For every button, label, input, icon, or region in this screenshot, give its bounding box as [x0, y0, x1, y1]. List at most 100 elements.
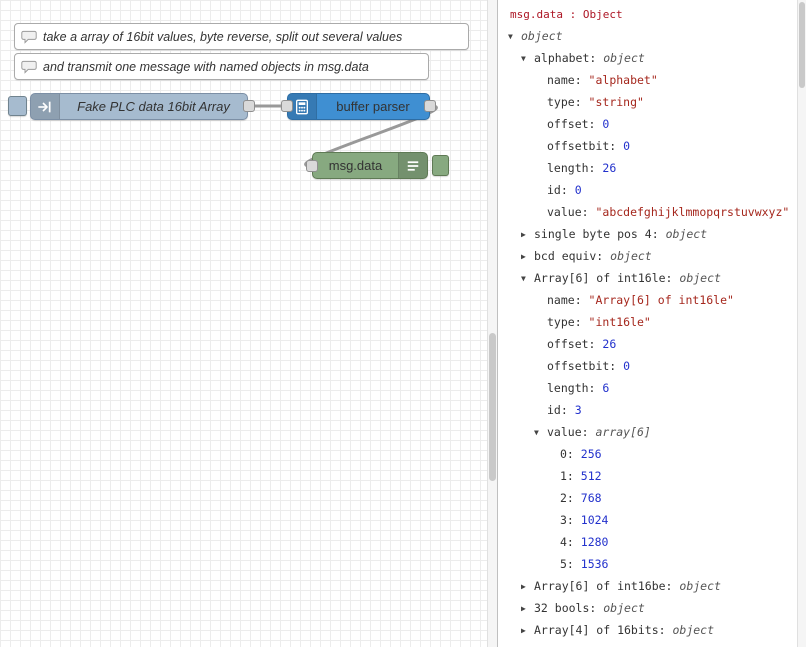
debug-tree-row: length: 26: [498, 157, 797, 179]
expand-arrow-icon[interactable]: ▶: [521, 246, 534, 268]
speech-bubble-icon: [21, 59, 37, 75]
debug-key: 4:: [560, 535, 581, 549]
debug-value: "string": [589, 95, 644, 109]
debug-tree-row: 4: 1280: [498, 531, 797, 553]
inject-output-port[interactable]: [243, 100, 255, 112]
debug-key: bcd equiv:: [534, 249, 610, 263]
flow-canvas[interactable]: take a array of 16bit values, byte rever…: [0, 0, 487, 647]
debug-tree-row: ▶Array[6] of int16be: object: [498, 575, 797, 597]
debug-node[interactable]: msg.data: [312, 152, 428, 179]
sidebar-vertical-scrollbar[interactable]: [797, 0, 806, 647]
canvas-scrollbar-thumb[interactable]: [489, 333, 496, 481]
debug-tree-row: value: "abcdefghijklmmopqrstuvwxyz": [498, 201, 797, 223]
debug-tree-row: offsetbit: 0: [498, 135, 797, 157]
collapse-arrow-icon[interactable]: ▼: [521, 268, 534, 290]
debug-tree-row: 2: 768: [498, 487, 797, 509]
debug-key: type:: [547, 315, 589, 329]
canvas-vertical-scrollbar[interactable]: [487, 0, 497, 647]
debug-value: 1280: [581, 535, 609, 549]
debug-value: "alphabet": [589, 73, 658, 87]
debug-value: 0: [623, 139, 630, 153]
debug-key: value:: [547, 425, 595, 439]
debug-value: 26: [602, 337, 616, 351]
debug-value: array[6]: [595, 425, 650, 439]
debug-key: Array[6] of int16be:: [534, 579, 679, 593]
debug-key: Array[4] of 16bits:: [534, 623, 672, 637]
debug-key: 1:: [560, 469, 581, 483]
debug-tree-row: name: "Array[6] of int16le": [498, 289, 797, 311]
debug-key: 0:: [560, 447, 581, 461]
inject-node[interactable]: Fake PLC data 16bit Array: [30, 93, 248, 120]
debug-key: offset:: [547, 337, 602, 351]
debug-value: object: [679, 271, 721, 285]
debug-value: object: [672, 623, 714, 637]
debug-value: object: [666, 227, 708, 241]
buffer-parser-node[interactable]: buffer parser: [287, 93, 430, 120]
debug-tree-row: id: 0: [498, 179, 797, 201]
debug-value: object: [679, 579, 721, 593]
sidebar-scrollbar-thumb[interactable]: [799, 2, 805, 88]
debug-key: length:: [547, 381, 602, 395]
debug-tree-row: offset: 0: [498, 113, 797, 135]
buffer-parser-node-label: buffer parser: [317, 99, 429, 114]
debug-key: 32 bools:: [534, 601, 603, 615]
debug-enable-toggle[interactable]: [432, 155, 449, 176]
debug-tree-row: ▶bcd equiv: object: [498, 245, 797, 267]
debug-tree-row: offsetbit: 0: [498, 355, 797, 377]
collapse-arrow-icon[interactable]: ▼: [521, 48, 534, 70]
debug-value: 6: [602, 381, 609, 395]
debug-input-port[interactable]: [306, 160, 318, 172]
debug-tree-row: ▼alphabet: object: [498, 47, 797, 69]
debug-key: single byte pos 4:: [534, 227, 666, 241]
debug-tree-row: offset: 26: [498, 333, 797, 355]
debug-key: id:: [547, 403, 575, 417]
collapse-arrow-icon[interactable]: ▼: [534, 422, 547, 444]
debug-key: 2:: [560, 491, 581, 505]
debug-key: 5:: [560, 557, 581, 571]
debug-value: 768: [581, 491, 602, 505]
comment-label: and transmit one message with named obje…: [43, 60, 369, 74]
comment-node-1[interactable]: take a array of 16bit values, byte rever…: [14, 23, 469, 50]
debug-tree-row: ▶32 bools: object: [498, 597, 797, 619]
debug-tree-row: ▶single byte pos 4: object: [498, 223, 797, 245]
debug-key: type:: [547, 95, 589, 109]
debug-sidebar: msg.data : Object ▼object▼alphabet: obje…: [497, 0, 797, 647]
buffer-parser-output-port[interactable]: [424, 100, 436, 112]
debug-key: length:: [547, 161, 602, 175]
debug-tree-row: 3: 1024: [498, 509, 797, 531]
debug-value: "Array[6] of int16le": [589, 293, 734, 307]
debug-tree-row: type: "int16le": [498, 311, 797, 333]
debug-tree-row: 1: 512: [498, 465, 797, 487]
arrow-in-icon: [31, 94, 60, 119]
inject-trigger-button[interactable]: [8, 96, 27, 116]
debug-value: "int16le": [589, 315, 651, 329]
debug-tree-row: length: 6: [498, 377, 797, 399]
list-icon: [398, 153, 427, 178]
expand-arrow-icon[interactable]: ▶: [521, 576, 534, 598]
node-red-window: take a array of 16bit values, byte rever…: [0, 0, 806, 647]
debug-tree-row: 5: 1536: [498, 553, 797, 575]
debug-key: offsetbit:: [547, 139, 623, 153]
debug-tree-row: ▼value: array[6]: [498, 421, 797, 443]
debug-message-path[interactable]: msg.data : Object: [498, 0, 797, 23]
debug-value: 3: [575, 403, 582, 417]
expand-arrow-icon[interactable]: ▶: [521, 620, 534, 642]
debug-key: Array[6] of int16le:: [534, 271, 679, 285]
buffer-parser-input-port[interactable]: [281, 100, 293, 112]
debug-value: 26: [602, 161, 616, 175]
debug-tree-row: ▶Array[4] of 16bits: object: [498, 619, 797, 641]
expand-arrow-icon[interactable]: ▶: [521, 224, 534, 246]
debug-key: offsetbit:: [547, 359, 623, 373]
collapse-arrow-icon[interactable]: ▼: [508, 26, 521, 48]
debug-value: 0: [575, 183, 582, 197]
speech-bubble-icon: [21, 29, 37, 45]
debug-key: alphabet:: [534, 51, 603, 65]
debug-value: 1536: [581, 557, 609, 571]
debug-value: object: [521, 29, 563, 43]
expand-arrow-icon[interactable]: ▶: [521, 598, 534, 620]
comment-node-2[interactable]: and transmit one message with named obje…: [14, 53, 429, 80]
debug-tree: ▼object▼alphabet: objectname: "alphabet"…: [498, 25, 797, 641]
inject-node-label: Fake PLC data 16bit Array: [60, 99, 247, 114]
debug-value: object: [603, 51, 645, 65]
comment-label: take a array of 16bit values, byte rever…: [43, 30, 402, 44]
